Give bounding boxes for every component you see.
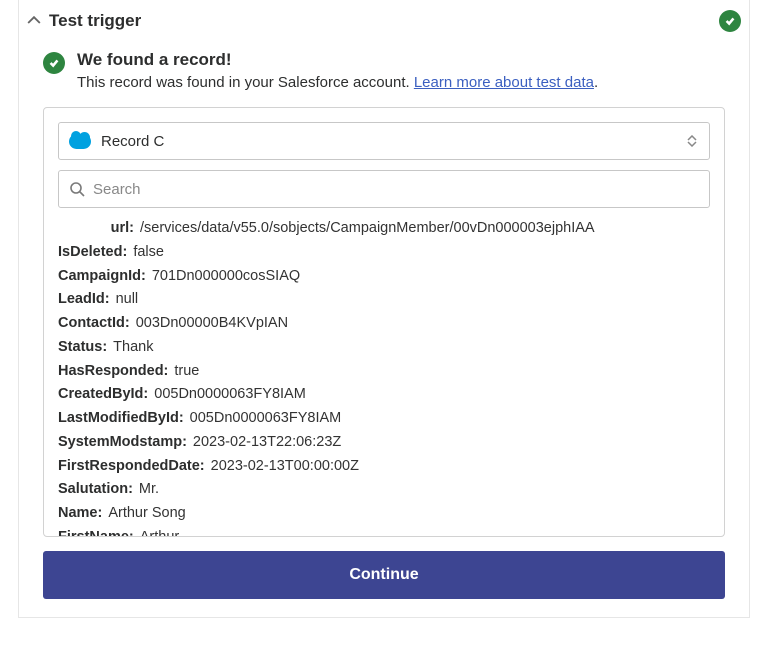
field-row: IsDeleted:false	[58, 242, 710, 264]
field-key: SystemModstamp:	[58, 432, 189, 454]
field-value: true	[170, 361, 199, 383]
field-key: LeadId:	[58, 289, 112, 311]
found-desc-prefix: This record was found in your Salesforce…	[77, 74, 414, 91]
field-key: CampaignId:	[58, 266, 148, 288]
field-key: HasResponded:	[58, 361, 170, 383]
field-value: 2023-02-13T00:00:00Z	[207, 456, 359, 478]
field-key: FirstRespondedDate:	[58, 456, 207, 478]
panel-title: Test trigger	[49, 11, 719, 31]
learn-more-link[interactable]: Learn more about test data	[414, 74, 594, 91]
field-key: LastModifiedById:	[58, 408, 186, 430]
found-record-banner: We found a record! This record was found…	[19, 50, 749, 107]
check-icon	[43, 52, 65, 74]
field-row: FirstName:Arthur	[58, 527, 710, 536]
field-row: CampaignId:701Dn000000cosSIAQ	[58, 266, 710, 288]
field-row: FirstRespondedDate:2023-02-13T00:00:00Z	[58, 456, 710, 478]
chevron-up-icon	[27, 14, 41, 28]
field-value: Arthur	[136, 527, 180, 536]
field-value: 005Dn0000063FY8IAM	[186, 408, 342, 430]
field-value: /services/data/v55.0/sobjects/CampaignMe…	[136, 218, 595, 240]
field-row: Name:Arthur Song	[58, 503, 710, 525]
field-value: 005Dn0000063FY8IAM	[150, 384, 306, 406]
field-value: 2023-02-13T22:06:23Z	[189, 432, 341, 454]
field-value: Mr.	[135, 479, 159, 501]
found-title: We found a record!	[77, 50, 598, 70]
found-text: We found a record! This record was found…	[77, 50, 598, 91]
field-value: 003Dn00000B4KVpIAN	[132, 313, 288, 335]
found-description: This record was found in your Salesforce…	[77, 74, 598, 91]
select-updown-icon	[685, 132, 699, 150]
field-row: CreatedById:005Dn0000063FY8IAM	[58, 384, 710, 406]
record-fields-list: url:/services/data/v55.0/sobjects/Campai…	[44, 218, 724, 536]
field-value: Thank	[109, 337, 153, 359]
field-key: Status:	[58, 337, 109, 359]
search-icon	[69, 181, 85, 197]
field-key: ContactId:	[58, 313, 132, 335]
salesforce-icon	[69, 134, 91, 149]
field-key: Salutation:	[58, 479, 135, 501]
found-desc-suffix: .	[594, 74, 598, 91]
search-box[interactable]	[58, 170, 710, 208]
field-key: CreatedById:	[58, 384, 150, 406]
record-select-label: Record C	[101, 133, 685, 150]
status-success-icon	[719, 10, 741, 32]
field-value: Arthur Song	[104, 503, 185, 525]
record-data-box: Record C url:/services/data/v55.0/sobjec…	[43, 107, 725, 537]
field-row: LeadId:null	[58, 289, 710, 311]
panel-header[interactable]: Test trigger	[19, 0, 749, 50]
test-trigger-panel: Test trigger We found a record! This rec…	[18, 0, 750, 618]
continue-button-label: Continue	[349, 566, 418, 584]
record-select-dropdown[interactable]: Record C	[58, 122, 710, 160]
field-row: HasResponded:true	[58, 361, 710, 383]
field-row: ContactId:003Dn00000B4KVpIAN	[58, 313, 710, 335]
field-value: false	[129, 242, 164, 264]
field-row: SystemModstamp:2023-02-13T22:06:23Z	[58, 432, 710, 454]
field-row: Status:Thank	[58, 337, 710, 359]
continue-button[interactable]: Continue	[43, 551, 725, 599]
field-row: LastModifiedById:005Dn0000063FY8IAM	[58, 408, 710, 430]
field-value: 701Dn000000cosSIAQ	[148, 266, 300, 288]
field-key: FirstName:	[58, 527, 136, 536]
field-value: null	[112, 289, 139, 311]
field-key: Name:	[58, 503, 104, 525]
field-key: IsDeleted:	[58, 242, 129, 264]
field-row: Salutation:Mr.	[58, 479, 710, 501]
field-row: url:/services/data/v55.0/sobjects/Campai…	[58, 218, 710, 240]
search-input[interactable]	[93, 181, 699, 198]
field-key: url:	[58, 218, 136, 240]
